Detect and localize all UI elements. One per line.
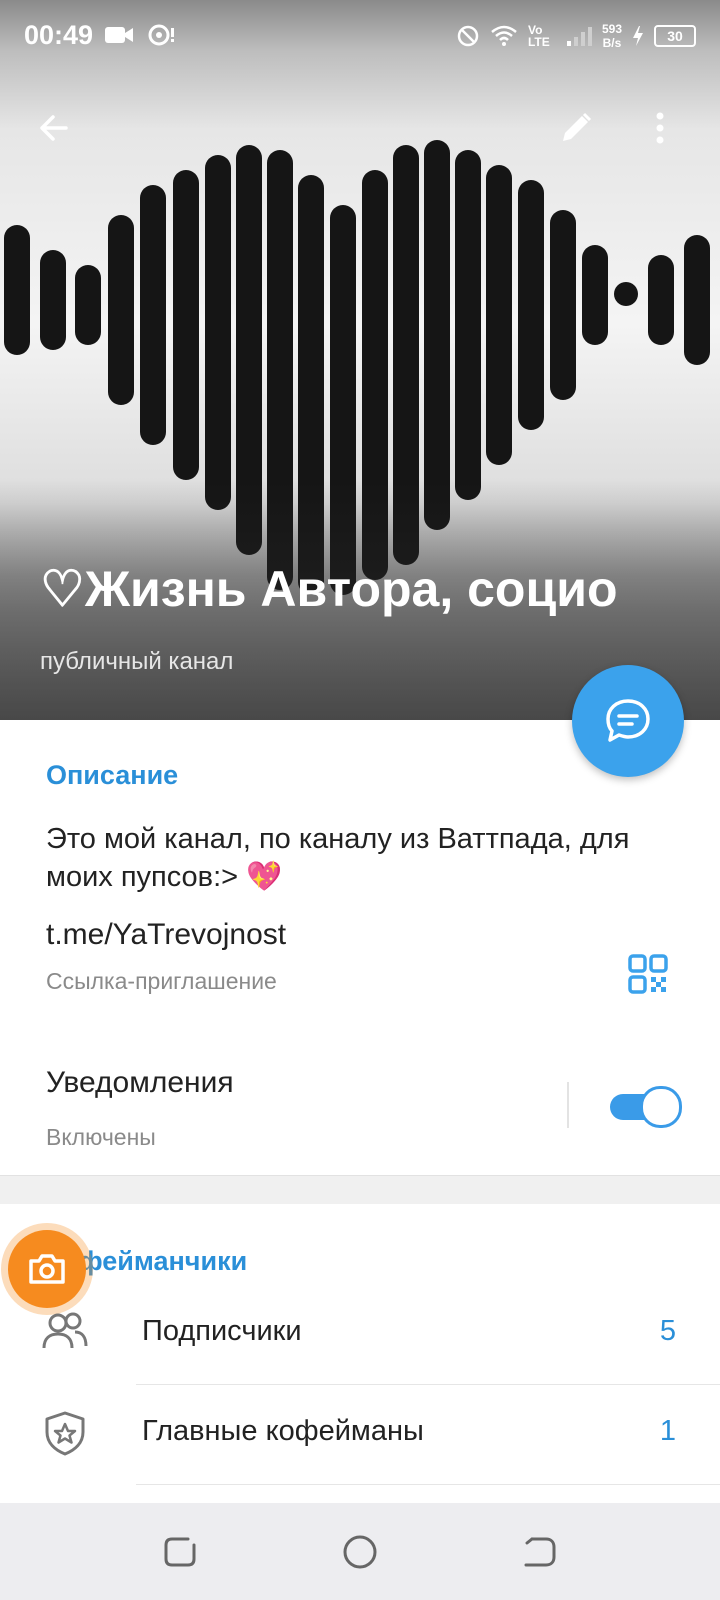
- wave-bar: [4, 225, 30, 355]
- back-nav-icon[interactable]: [520, 1532, 560, 1572]
- status-bar: 00:49 Vo LTE 593 B/s 30: [0, 0, 720, 72]
- admins-label: Главные кофейманы: [142, 1415, 424, 1447]
- wave-dot: [614, 282, 638, 306]
- home-icon[interactable]: [340, 1532, 380, 1572]
- signal-icon: [566, 27, 592, 46]
- section-gap: [0, 1175, 720, 1204]
- notifications-label: Уведомления: [46, 1066, 234, 1099]
- wave-bar: [550, 210, 576, 400]
- back-button[interactable]: [26, 100, 82, 156]
- more-button[interactable]: [632, 100, 688, 156]
- wave-bar: [518, 180, 544, 430]
- battery-level: 30: [654, 25, 696, 47]
- wave-bar: [108, 215, 134, 405]
- charging-icon: [633, 26, 643, 46]
- channel-title: ♡Жизнь Автора, социо: [40, 561, 618, 617]
- media-icon: [148, 24, 174, 46]
- speed-value: 593: [601, 22, 622, 36]
- toggle-knob: [640, 1086, 682, 1128]
- subscribers-label: Подписчики: [142, 1315, 302, 1347]
- network-speed: 593 B/s: [602, 22, 622, 50]
- wave-bar: [648, 255, 674, 345]
- status-time: 00:49: [24, 20, 94, 50]
- invite-link-caption: Ссылка-приглашение: [46, 968, 277, 994]
- more-vertical-icon: [656, 112, 664, 144]
- description-text: Это мой канал, по каналу из Ваттпада, дл…: [46, 820, 666, 896]
- channel-header: 00:49 Vo LTE 593 B/s 30 ♡Жизнь Автора, с…: [0, 0, 720, 720]
- wave-bar: [205, 155, 231, 510]
- discussion-button[interactable]: [572, 665, 684, 777]
- wave-bar: [40, 250, 66, 350]
- speed-unit: B/s: [602, 36, 622, 50]
- wave-bar: [684, 235, 710, 365]
- qr-code-icon[interactable]: [628, 954, 668, 994]
- network-type: Vo LTE: [527, 23, 550, 49]
- camera-button[interactable]: [8, 1230, 86, 1308]
- pencil-icon: [563, 112, 592, 141]
- video-camera-icon: [105, 27, 133, 43]
- notifications-status: Включены: [46, 1124, 156, 1150]
- wave-bar: [486, 165, 512, 465]
- wave-bar: [173, 170, 199, 480]
- invite-link[interactable]: t.me/YaTrevojnost: [46, 918, 286, 952]
- camera-icon: [29, 1254, 65, 1284]
- edit-button[interactable]: [548, 100, 604, 156]
- wave-bar: [455, 150, 481, 500]
- wave-bar: [424, 140, 450, 530]
- admins-count: 1: [659, 1415, 676, 1447]
- recents-icon[interactable]: [160, 1532, 200, 1572]
- sparkling-heart-emoji: 💖: [246, 861, 283, 893]
- status-icons: Vo LTE 593 B/s 30: [456, 14, 696, 58]
- description-body: Это мой канал, по каналу из Ваттпада, дл…: [46, 823, 630, 893]
- subscribers-count: 5: [659, 1315, 676, 1347]
- people-icon: [42, 1312, 88, 1349]
- list-divider: [136, 1484, 720, 1485]
- notifications-toggle[interactable]: [610, 1084, 682, 1128]
- wave-bar: [140, 185, 166, 445]
- notifications-divider: [567, 1082, 569, 1128]
- list-divider: [136, 1384, 720, 1385]
- channel-subtitle: публичный канал: [40, 648, 234, 675]
- wave-bar: [75, 265, 101, 345]
- wave-bar: [582, 245, 608, 345]
- wifi-icon: [491, 25, 517, 46]
- arrow-left-icon: [40, 115, 68, 141]
- shield-star-icon: [45, 1411, 85, 1456]
- description-label: Описание: [46, 760, 179, 790]
- do-not-disturb-icon: [457, 25, 479, 47]
- chat-bubble-icon: [606, 699, 650, 742]
